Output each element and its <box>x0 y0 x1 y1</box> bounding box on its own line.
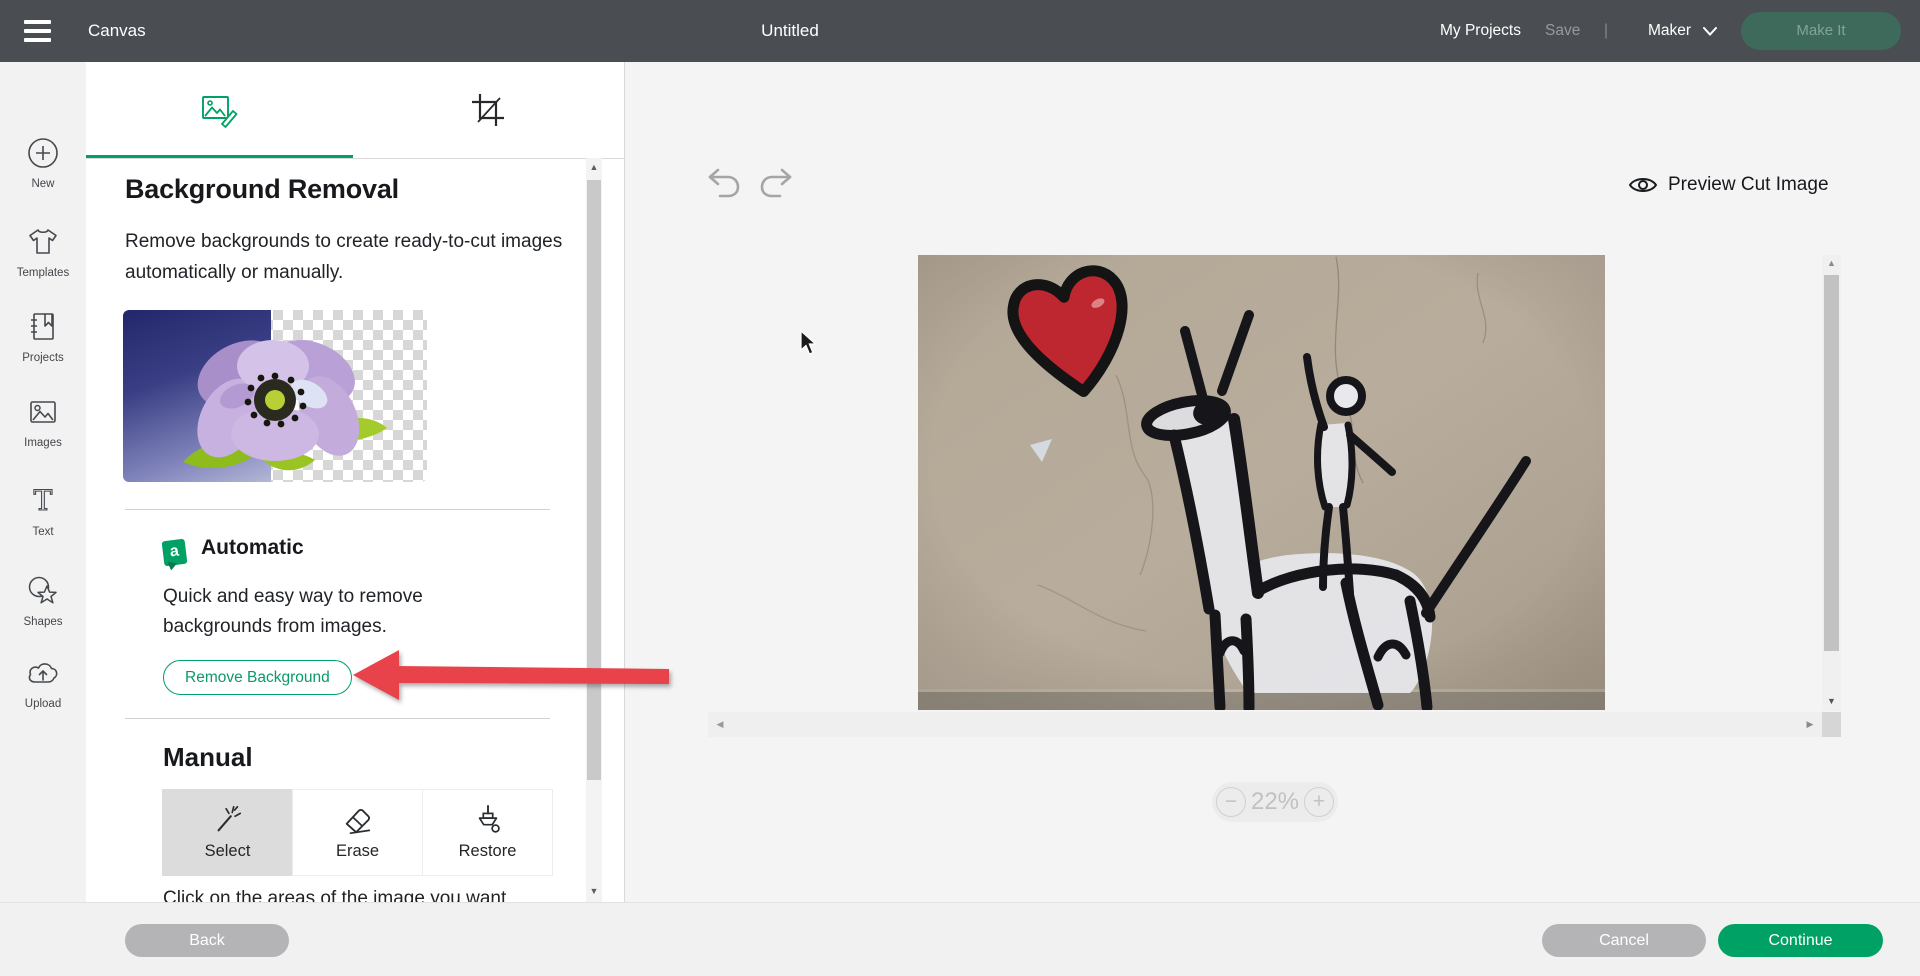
panel-tab-bar <box>86 62 624 159</box>
photo-icon <box>26 395 60 431</box>
paintbrush-icon <box>472 804 504 836</box>
scrollbar-corner <box>1822 712 1841 737</box>
panel-title: Background Removal <box>125 174 399 205</box>
manual-tools-row: Select Erase Restore <box>163 789 553 874</box>
tshirt-icon <box>26 225 60 261</box>
crop-icon <box>471 93 505 127</box>
scroll-down-icon[interactable]: ▼ <box>586 886 602 896</box>
zoom-out-button[interactable]: − <box>1216 787 1246 817</box>
scroll-right-icon[interactable]: ▶ <box>1803 719 1817 730</box>
canvas-vertical-scrollbar[interactable]: ▲ ▼ <box>1822 255 1841 711</box>
chevron-down-icon[interactable] <box>1703 27 1717 36</box>
zoom-in-button[interactable]: + <box>1304 787 1334 817</box>
tool-restore[interactable]: Restore <box>422 789 553 876</box>
tab-image-edit[interactable] <box>86 62 354 158</box>
scroll-up-icon[interactable]: ▲ <box>586 162 602 172</box>
tool-label: Select <box>205 842 251 861</box>
machine-selector[interactable]: Maker <box>1648 0 1691 62</box>
preview-cut-image-button[interactable]: Preview Cut Image <box>1628 174 1829 196</box>
panel-scrollbar[interactable]: ▲ ▼ <box>586 158 602 902</box>
topbar-divider: | <box>1604 0 1608 62</box>
scroll-left-icon[interactable]: ◀ <box>713 719 727 730</box>
red-arrow-pointing-left <box>351 646 673 704</box>
panel-description: Remove backgrounds to create ready-to-cu… <box>125 226 585 288</box>
sidebar-label: Shapes <box>0 616 86 628</box>
back-button[interactable]: Back <box>125 924 289 957</box>
automatic-section-description: Quick and easy way to remove backgrounds… <box>163 582 498 642</box>
notebook-bookmark-icon <box>26 310 60 346</box>
scroll-down-icon[interactable]: ▼ <box>1822 696 1841 706</box>
app-window: Canvas Untitled My Projects Save | Maker… <box>0 0 1920 976</box>
cloud-upload-icon <box>25 658 61 694</box>
circle-star-icon <box>26 574 60 610</box>
sidebar-item-shapes[interactable]: Shapes <box>0 574 86 628</box>
flower-illustration <box>123 310 427 482</box>
top-bar: Canvas Untitled My Projects Save | Maker… <box>0 0 1920 62</box>
my-projects-link[interactable]: My Projects <box>1440 0 1521 62</box>
mouse-cursor <box>800 330 822 356</box>
section-divider <box>125 718 550 719</box>
sidebar-item-new[interactable]: New <box>0 136 86 190</box>
sidebar-item-text[interactable]: T Text <box>0 484 86 538</box>
sidebar-label: Text <box>0 526 86 538</box>
sidebar-label: New <box>0 178 86 190</box>
sidebar-label: Templates <box>0 267 86 279</box>
sidebar-item-projects[interactable]: Projects <box>0 310 86 364</box>
sidebar-item-images[interactable]: Images <box>0 395 86 449</box>
automatic-section-title: Automatic <box>201 536 304 560</box>
sidebar-label: Upload <box>0 698 86 710</box>
background-removal-panel: Background Removal Remove backgrounds to… <box>86 62 625 902</box>
hamburger-icon[interactable] <box>24 20 51 42</box>
section-divider <box>125 509 550 510</box>
tool-erase[interactable]: Erase <box>292 789 423 876</box>
cricut-access-a-badge: a <box>162 539 188 567</box>
save-button[interactable]: Save <box>1545 0 1580 62</box>
zoom-level-value: 22% <box>1246 782 1304 822</box>
letter-t-icon: T <box>26 484 60 520</box>
scrollbar-thumb[interactable] <box>1824 275 1839 651</box>
sidebar: New Templates Projects Images T Text Sha… <box>0 62 87 902</box>
eraser-icon <box>342 804 374 836</box>
background-removal-preview-thumbnail <box>123 310 427 482</box>
uploaded-graffiti-image[interactable] <box>918 255 1605 710</box>
sidebar-label: Images <box>0 437 86 449</box>
sidebar-item-templates[interactable]: Templates <box>0 225 86 279</box>
plus-circle-icon <box>26 136 60 172</box>
tool-label: Erase <box>336 842 379 861</box>
tool-label: Restore <box>459 842 517 861</box>
tab-crop[interactable] <box>354 62 622 158</box>
remove-background-button[interactable]: Remove Background <box>163 660 352 695</box>
sidebar-label: Projects <box>0 352 86 364</box>
eye-icon <box>1628 174 1658 196</box>
document-title[interactable]: Untitled <box>720 0 860 62</box>
manual-section-title: Manual <box>163 742 253 773</box>
undo-arrow-icon <box>706 166 742 200</box>
zoom-control: − 22% + <box>1212 782 1338 822</box>
magic-wand-icon <box>212 804 244 836</box>
svg-text:T: T <box>34 484 53 517</box>
make-it-button[interactable]: Make It <box>1741 12 1901 50</box>
footer-bar: Back Cancel Continue <box>0 902 1920 976</box>
redo-arrow-icon <box>758 166 794 200</box>
preview-cut-image-label: Preview Cut Image <box>1668 174 1829 196</box>
sidebar-item-upload[interactable]: Upload <box>0 658 86 710</box>
cancel-button[interactable]: Cancel <box>1542 924 1706 957</box>
active-tab-underline <box>86 155 353 158</box>
manual-hint-text: Click on the areas of the image you want <box>163 888 603 902</box>
tool-select[interactable]: Select <box>162 789 293 876</box>
app-title: Canvas <box>88 0 146 62</box>
continue-button[interactable]: Continue <box>1718 924 1883 957</box>
canvas-horizontal-scrollbar[interactable]: ◀ ▶ <box>708 712 1822 737</box>
scroll-up-icon[interactable]: ▲ <box>1822 258 1841 268</box>
image-edit-icon <box>200 92 240 128</box>
redo-button[interactable] <box>758 166 794 205</box>
undo-button[interactable] <box>706 166 742 205</box>
